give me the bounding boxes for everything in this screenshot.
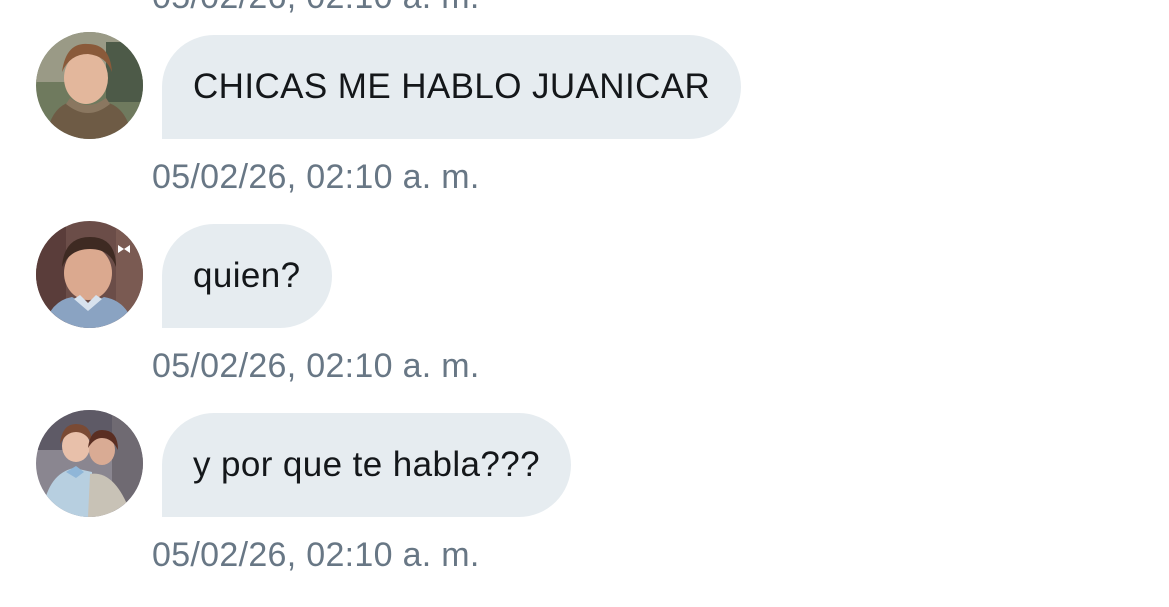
user-avatar[interactable] [36,221,143,328]
message-text: y por que te habla??? [193,445,541,484]
message-bubble[interactable]: CHICAS ME HABLO JUANICAR [162,35,742,139]
message-text: quien? [193,256,301,295]
message-timestamp: 05/02/26, 02:10 a. m. [152,158,480,196]
user-avatar-photo-icon [36,410,143,517]
dm-conversation: 05/02/26, 02:10 a. m. CHICAS ME HABLO JU… [0,0,1169,607]
previous-message-timestamp: 05/02/26, 02:10 a. m. [152,0,480,17]
message-timestamp: 05/02/26, 02:10 a. m. [152,536,480,574]
message-bubble[interactable]: quien? [162,224,332,328]
user-avatar[interactable] [36,410,143,517]
message-timestamp: 05/02/26, 02:10 a. m. [152,347,480,385]
message-bubble[interactable]: y por que te habla??? [162,413,572,517]
user-avatar[interactable] [36,32,143,139]
user-avatar-photo-icon [36,32,143,139]
user-avatar-photo-icon [36,221,143,328]
message-text: CHICAS ME HABLO JUANICAR [193,67,711,106]
